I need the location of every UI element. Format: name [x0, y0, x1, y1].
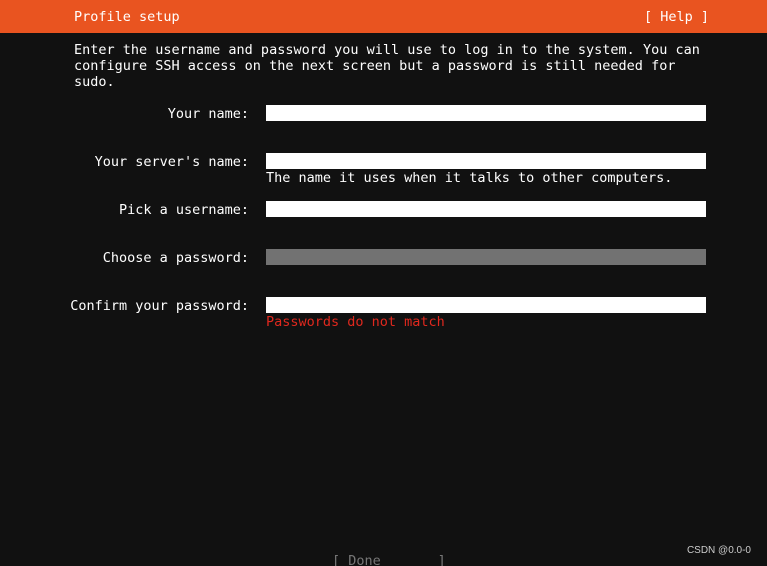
header-bar: Profile setup [ Help ]	[0, 0, 767, 33]
done-button[interactable]: [ Done ]	[332, 553, 446, 566]
confirm-password-label: Confirm your password:	[70, 298, 249, 314]
name-input[interactable]: r	[266, 105, 706, 121]
password-input[interactable]: _	[266, 249, 706, 265]
watermark-text: CSDN @0.0-0	[686, 545, 751, 556]
name-label: Your name:	[167, 106, 249, 122]
server-name-hint: The name it uses when it talks to other …	[266, 170, 673, 186]
password-label: Choose a password:	[102, 250, 249, 266]
password-mismatch-error: Passwords do not match	[266, 314, 445, 330]
help-button[interactable]: [ Help ]	[644, 9, 709, 26]
confirm-password-input[interactable]	[266, 297, 706, 313]
username-label: Pick a username:	[118, 202, 249, 218]
intro-text: Enter the username and password you will…	[74, 42, 700, 90]
username-input[interactable]: r	[266, 201, 706, 217]
server-name-label: Your server's name:	[94, 154, 249, 170]
page-title: Profile setup	[74, 9, 180, 25]
server-name-input[interactable]: r	[266, 153, 706, 169]
